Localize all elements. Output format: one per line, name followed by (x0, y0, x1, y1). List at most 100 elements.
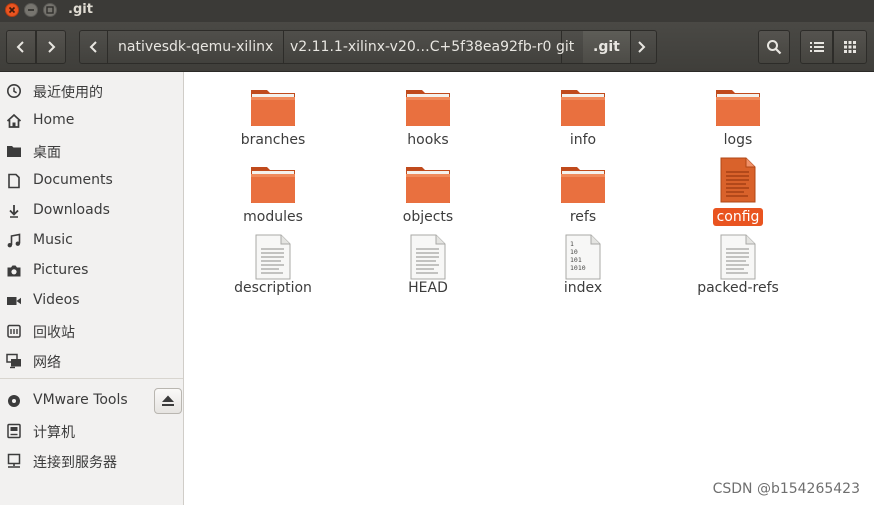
sidebar-item-videos[interactable]: Videos (0, 286, 183, 316)
sidebar: 最近使用的 Home 桌面 Documents Downloads Music … (0, 72, 184, 505)
sidebar-item-label: 回收站 (33, 325, 75, 341)
path-bar: nativesdk-qemu-xilinx v2.11.1-xilinx-v20… (79, 30, 657, 64)
search-button[interactable] (758, 30, 790, 64)
binary-line: 1 (570, 240, 574, 248)
folder-item[interactable]: objects (368, 163, 488, 238)
trash-icon (7, 324, 21, 338)
file-item[interactable]: description (213, 234, 333, 309)
breadcrumb-item[interactable]: v2.11.1-xilinx-v20…C+5f38ea92fb-r0 (280, 31, 563, 63)
folder-item[interactable]: modules (213, 163, 333, 238)
sidebar-item-label: Videos (33, 292, 80, 308)
forward-button[interactable] (36, 30, 66, 64)
sidebar-item-network[interactable]: 网络 (0, 346, 183, 376)
search-icon (767, 40, 782, 55)
toolbar: nativesdk-qemu-xilinx v2.11.1-xilinx-v20… (0, 22, 874, 72)
music-icon (7, 233, 21, 248)
sidebar-item-pictures[interactable]: Pictures (0, 256, 183, 286)
sidebar-item-home[interactable]: Home (0, 106, 183, 136)
path-scroll-right-button[interactable] (626, 31, 656, 63)
file-name: config (678, 208, 798, 226)
binary-file-icon: 1 10 101 1010 (565, 234, 601, 280)
sidebar-item-connect-server[interactable]: 连接到服务器 (0, 446, 183, 476)
sidebar-item-desktop[interactable]: 桌面 (0, 136, 183, 166)
file-name: branches (240, 132, 306, 148)
sidebar-item-computer[interactable]: 计算机 (0, 416, 183, 446)
folder-icon (561, 90, 605, 126)
maximize-window-button[interactable] (43, 3, 57, 17)
minimize-window-button[interactable] (24, 3, 38, 17)
binary-line: 1010 (570, 264, 586, 272)
home-icon (6, 113, 22, 128)
file-name: description (234, 280, 312, 296)
sidebar-item-label: 计算机 (33, 425, 75, 441)
folder-icon (716, 90, 760, 126)
list-view-icon (809, 42, 824, 52)
file-name: modules (243, 209, 303, 225)
file-item[interactable]: 1 10 101 1010 index (523, 234, 643, 309)
file-item[interactable]: packed-refs (678, 234, 798, 309)
file-name: logs (723, 132, 753, 148)
file-item-selected[interactable]: config (678, 157, 798, 238)
file-view: branches hooks info logs modules objects… (185, 72, 874, 505)
title-bar: .git (0, 0, 874, 22)
folder-icon (251, 90, 295, 126)
folder-item[interactable]: hooks (368, 86, 488, 161)
breadcrumb-item[interactable]: git (546, 31, 586, 63)
sidebar-item-label: Documents (33, 172, 113, 188)
maximize-icon (46, 6, 54, 14)
minimize-icon (28, 9, 34, 11)
sidebar-item-recent[interactable]: 最近使用的 (0, 76, 183, 106)
path-scroll-left-button[interactable] (80, 31, 108, 63)
grid-view-button[interactable] (833, 30, 867, 64)
sidebar-item-vmware-tools[interactable]: VMware Tools (0, 386, 150, 416)
folder-item[interactable]: refs (523, 163, 643, 238)
text-file-icon (720, 157, 756, 203)
list-view-button[interactable] (800, 30, 833, 64)
sidebar-item-label: Pictures (33, 262, 89, 278)
window-title: .git (68, 2, 93, 17)
folder-item[interactable]: logs (678, 86, 798, 161)
folder-icon (406, 90, 450, 126)
breadcrumb-item[interactable]: nativesdk-qemu-xilinx (108, 31, 285, 63)
chevron-right-icon (638, 41, 646, 53)
sidebar-item-label: 最近使用的 (33, 85, 103, 101)
sidebar-item-music[interactable]: Music (0, 226, 183, 256)
file-name: hooks (407, 132, 449, 148)
sidebar-item-label: 网络 (33, 355, 61, 371)
download-icon (9, 205, 19, 218)
sidebar-item-label: Music (33, 232, 73, 248)
chevron-right-icon (48, 41, 56, 53)
file-name: objects (402, 209, 454, 225)
breadcrumb-item-current[interactable]: .git (583, 31, 631, 63)
computer-icon (7, 423, 21, 439)
folder-icon (561, 167, 605, 203)
file-name: refs (569, 209, 597, 225)
file-name: index (563, 280, 603, 296)
chevron-left-icon (16, 41, 24, 53)
file-item[interactable]: HEAD (368, 234, 488, 309)
sidebar-item-label: 连接到服务器 (33, 455, 117, 471)
video-icon (7, 297, 21, 305)
sidebar-item-downloads[interactable]: Downloads (0, 196, 183, 226)
folder-icon (406, 167, 450, 203)
sidebar-item-trash[interactable]: 回收站 (0, 316, 183, 346)
folder-item[interactable]: branches (213, 86, 333, 161)
back-button[interactable] (6, 30, 36, 64)
clock-icon (7, 84, 21, 98)
grid-view-icon (844, 41, 856, 53)
watermark: CSDN @b154265423 (712, 481, 860, 497)
folder-item[interactable]: info (523, 86, 643, 161)
text-file-icon (720, 234, 756, 280)
sidebar-item-documents[interactable]: Documents (0, 166, 183, 196)
sidebar-item-label: Downloads (33, 202, 110, 218)
folder-icon (251, 167, 295, 203)
eject-icon (162, 395, 174, 406)
file-name: HEAD (408, 280, 448, 296)
sidebar-separator (0, 378, 183, 379)
eject-button[interactable] (154, 388, 182, 414)
sidebar-item-label: Home (33, 112, 75, 128)
close-window-button[interactable] (5, 3, 19, 17)
close-icon (8, 6, 16, 14)
binary-line: 101 (570, 256, 582, 264)
network-icon (6, 353, 21, 369)
